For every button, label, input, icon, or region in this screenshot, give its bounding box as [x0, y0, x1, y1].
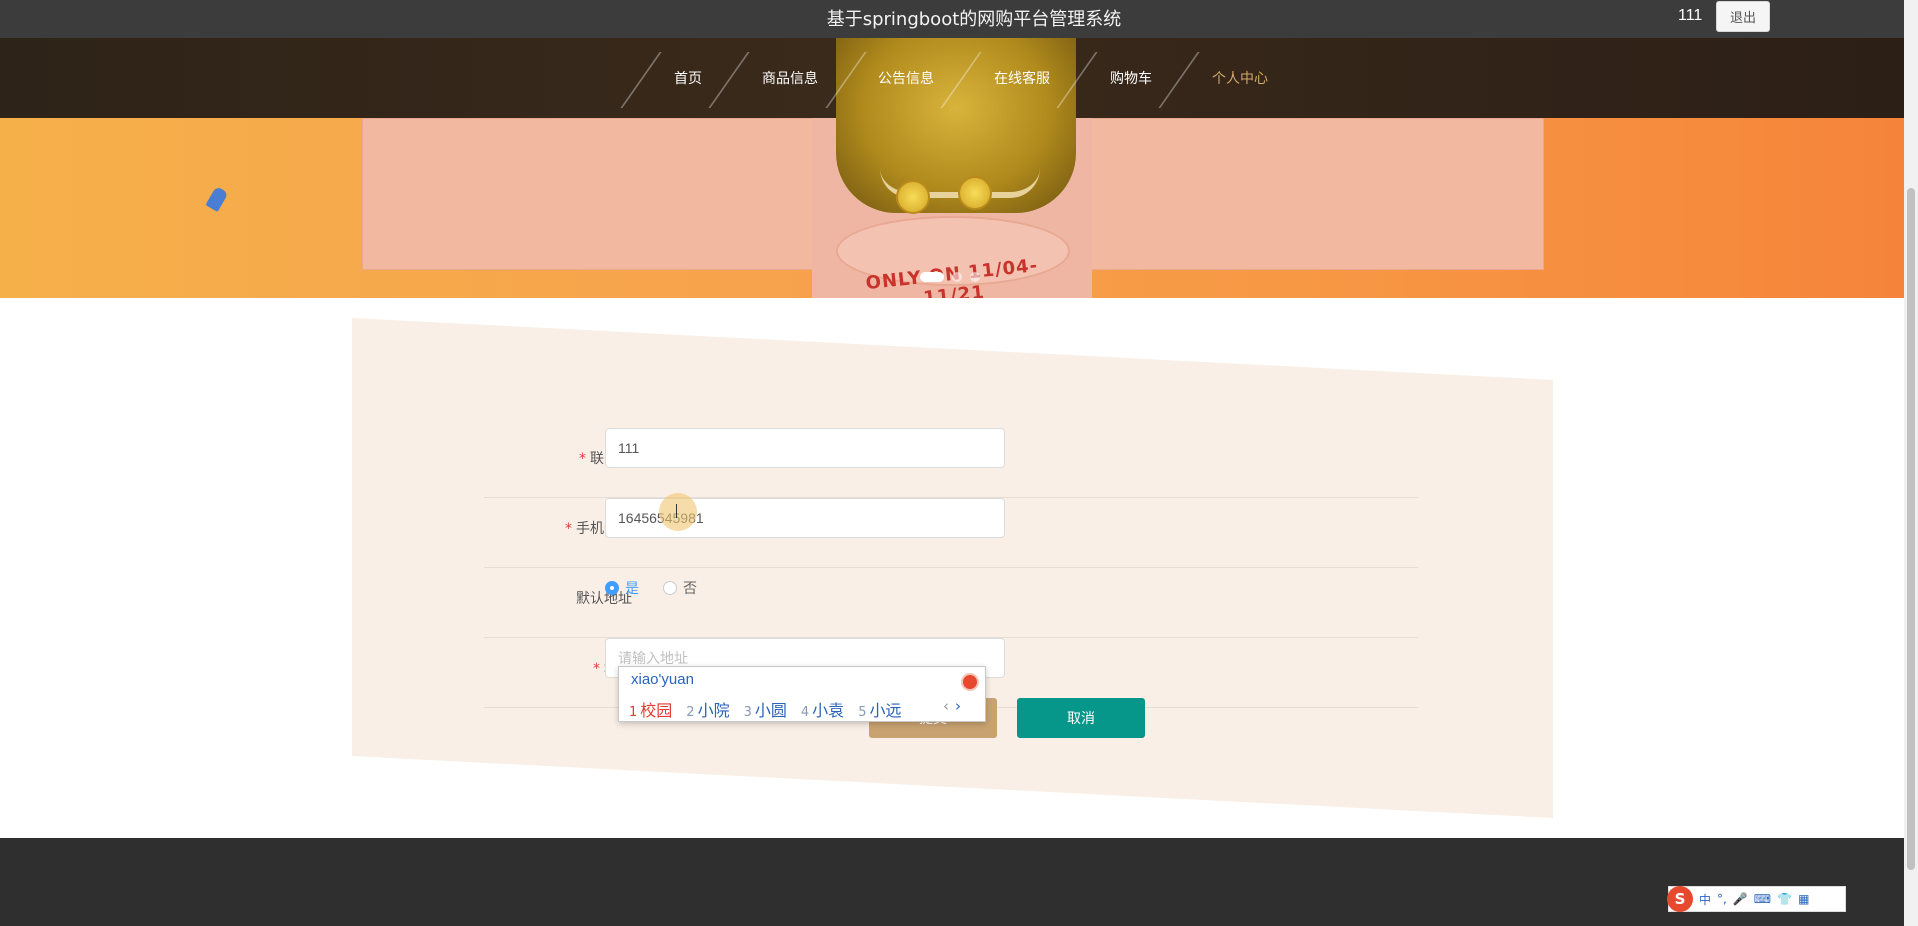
ime-candidate[interactable]: 4 小袁	[801, 697, 844, 721]
ime-prev-icon[interactable]: ‹	[943, 697, 949, 715]
ime-chinese-mode-icon[interactable]: 中	[1699, 891, 1711, 908]
carousel-dot-2[interactable]	[952, 272, 962, 282]
scrollbar-thumb[interactable]	[1907, 188, 1915, 870]
ime-punctuation-icon[interactable]: °,	[1717, 892, 1727, 906]
nav-item-home[interactable]: 首页	[674, 38, 702, 118]
cancel-button[interactable]: 取消	[1017, 698, 1145, 738]
ime-candidates: 1 校园 2 小院 3 小圆 4 小袁 5 小远	[629, 697, 901, 721]
form-row-phone: * 手机号码	[484, 498, 1418, 568]
banner-coin	[896, 180, 930, 214]
page-scrollbar[interactable]	[1904, 0, 1918, 926]
carousel-indicators	[920, 272, 980, 282]
ime-keyboard-icon[interactable]: ⌨	[1754, 892, 1771, 906]
carousel-dot-3[interactable]	[970, 272, 980, 282]
nav-item-announcements[interactable]: 公告信息	[878, 38, 934, 118]
default-address-radio-group: 是 否	[605, 578, 697, 598]
sogou-logo-icon[interactable]: S	[1667, 886, 1693, 912]
site-title: 基于springboot的网购平台管理系统	[826, 9, 1122, 30]
banner-display-box-left	[362, 118, 822, 270]
carousel-dot-1[interactable]	[920, 272, 944, 282]
nav-divider	[708, 52, 750, 108]
contact-input[interactable]	[605, 428, 1005, 468]
form-row-contact: *联系人	[484, 428, 1418, 498]
form-row-default-address: 默认地址 是 否	[484, 568, 1418, 638]
ime-microphone-icon[interactable]: 🎤	[1733, 892, 1748, 906]
ime-skin-icon[interactable]: 👕	[1777, 892, 1792, 906]
ime-logo-icon[interactable]	[961, 673, 979, 691]
nav-divider	[940, 52, 982, 108]
banner-bird-decoration	[205, 185, 229, 213]
text-cursor-icon	[676, 504, 680, 518]
nav-divider	[620, 52, 662, 108]
ime-pinyin: xiao'yuan	[631, 671, 694, 688]
radio-yes-circle[interactable]	[605, 581, 619, 595]
radio-yes[interactable]: 是	[605, 578, 639, 598]
user-name: 111	[1678, 7, 1703, 24]
nav-item-cart[interactable]: 购物车	[1110, 38, 1152, 118]
ime-candidate[interactable]: 3 小圆	[744, 697, 787, 721]
banner-coin	[958, 176, 992, 210]
nav-divider	[825, 52, 867, 108]
ime-candidate[interactable]: 2 小院	[686, 697, 729, 721]
radio-no-circle[interactable]	[663, 581, 677, 595]
nav-item-products[interactable]: 商品信息	[762, 38, 818, 118]
logout-button[interactable]: 退出	[1716, 1, 1770, 32]
nav-item-online-service[interactable]: 在线客服	[994, 38, 1050, 118]
nav-divider	[1158, 52, 1200, 108]
ime-toolbar: S 中 °, 🎤 ⌨ 👕 ▦	[1667, 886, 1846, 912]
ime-candidate-window: xiao'yuan 1 校园 2 小院 3 小圆 4 小袁 5 小远 ‹ ›	[618, 666, 986, 722]
ime-menu-icon[interactable]: ▦	[1798, 892, 1809, 906]
main-nav: 首页 商品信息 公告信息 在线客服 购物车 个人中心	[0, 38, 1904, 118]
radio-no[interactable]: 否	[663, 578, 697, 598]
banner-display-box-right	[1088, 118, 1544, 270]
top-bar: 基于springboot的网购平台管理系统 111 退出	[0, 0, 1904, 38]
nav-divider	[1056, 52, 1098, 108]
nav-item-profile[interactable]: 个人中心	[1212, 38, 1268, 118]
ime-next-icon[interactable]: ›	[955, 697, 961, 715]
ime-page-arrows: ‹ ›	[943, 697, 961, 715]
ime-candidate[interactable]: 5 小远	[858, 697, 901, 721]
footer	[0, 838, 1904, 926]
ime-candidate[interactable]: 1 校园	[629, 697, 672, 721]
